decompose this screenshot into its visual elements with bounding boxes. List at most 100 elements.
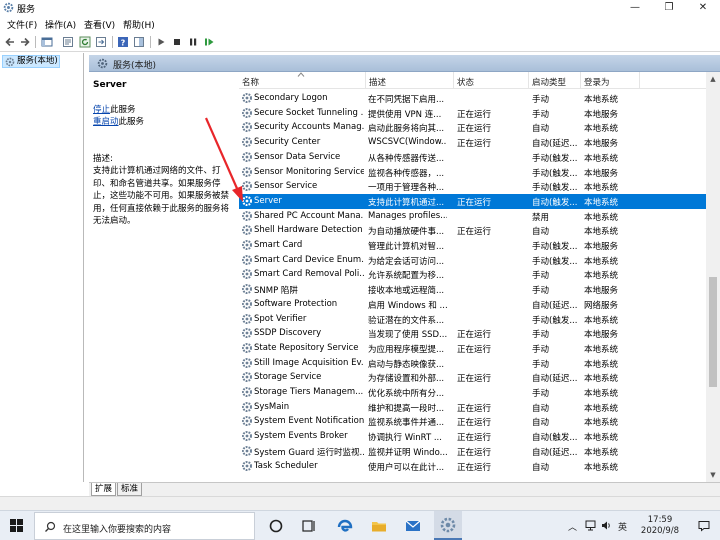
service-logon-cell: 本地系统 [584,359,619,370]
service-row[interactable]: Sensor Service 一项用于管理各种... 手动(触发... 本地系统 [239,179,706,194]
back-arrow-icon[interactable] [4,36,16,48]
input-method-indicator[interactable]: 英 [618,520,627,533]
vertical-scrollbar[interactable]: ▲ ▼ [706,72,720,482]
service-row[interactable]: Security Center WSCSVC(Window... 正在运行 自动(延迟… [239,135,706,150]
service-row[interactable]: Smart Card Device Enum... 为给定会话可访问... 手动(触… [239,253,706,268]
column-startup-type[interactable]: 启动类型 [532,76,566,88]
restart-service-icon[interactable] [203,36,215,48]
service-row[interactable]: Sensor Data Service 从各种传感器传送... 手动(触发... 本地… [239,150,706,165]
column-divider[interactable] [365,72,366,89]
minimize-button[interactable]: — [618,0,652,16]
service-row[interactable]: Sensor Monitoring Service 监视各种传感器，... 手动(触… [239,165,706,180]
taskbar-search-box[interactable]: 在这里输入你要搜索的内容 [34,512,255,540]
service-row[interactable]: Secure Socket Tunneling ... 提供使用 VPN 连...… [239,106,706,121]
services-taskbar-button[interactable] [434,511,462,540]
column-divider[interactable] [580,72,581,89]
system-clock[interactable]: 17:59 2020/9/8 [632,515,688,537]
file-explorer-icon[interactable] [370,517,388,535]
service-logon-cell: 本地系统 [584,344,619,355]
refresh-icon[interactable] [79,36,91,48]
stop-suffix: 此服务 [110,105,136,115]
export-list-icon[interactable] [95,36,107,48]
service-row[interactable]: SNMP 陷阱 接收本地或远程简... 手动 本地服务 [239,282,706,297]
network-icon[interactable] [585,520,596,531]
service-row[interactable]: Still Image Acquisition Ev... 启动与静态映像获...… [239,356,706,371]
restart-service-link[interactable]: 重启动 [93,117,119,127]
service-description-cell: 为存储设置和外部... [368,374,445,385]
console-tree-icon[interactable] [41,36,53,48]
show-hide-pane-icon[interactable] [133,36,145,48]
service-row[interactable]: System Guard 运行时监视... 监视并证明 Windo... 正在运行 自… [239,444,706,459]
notification-center-icon[interactable] [698,520,710,532]
service-description-cell: 监视各种传感器，... [368,168,445,179]
service-row[interactable]: Storage Tiers Managem... 优化系统中所有分... 手动 本地系… [239,385,706,400]
pane-header: 服务(本地) [89,55,720,72]
restart-suffix: 此服务 [118,117,145,127]
service-row[interactable]: Server 支持此计算机通过... 正在运行 自动(触发... 本地系统 [239,193,706,209]
scroll-up-icon[interactable]: ▲ [706,72,720,86]
service-row[interactable]: SysMain 维护和提高一段时... 正在运行 自动 本地系统 [239,400,706,415]
service-status-cell: 正在运行 [457,447,492,458]
service-name-cell: Server [254,195,282,206]
service-description-cell: 协调执行 WinRT ... [368,433,442,444]
tab-extended[interactable]: 扩展 [91,483,117,496]
service-row[interactable]: Software Protection 启用 Windows 和 ... 自动(延迟… [239,297,706,312]
service-row[interactable]: System Events Broker 协调执行 WinRT ... 正在运行 自动… [239,429,706,444]
column-description[interactable]: 描述 [369,76,386,88]
toolbar: ? [0,32,720,52]
stop-service-link[interactable]: 停止 [93,105,110,115]
menu-file[interactable]: 文件(F) [7,18,37,31]
service-logon-cell: 本地系统 [584,374,619,385]
scroll-down-icon[interactable]: ▼ [706,468,720,482]
service-row[interactable]: Security Accounts Manag... 启动此服务将向其... 正在运… [239,120,706,135]
service-row[interactable]: State Repository Service 为应用程序模型提... 正在运行 手… [239,341,706,356]
volume-icon[interactable] [601,520,612,531]
service-row[interactable]: Shared PC Account Mana... Manages profile… [239,209,706,224]
start-service-icon[interactable] [155,36,167,48]
service-gear-icon [242,445,252,456]
service-row[interactable]: Spot Verifier 验证潜在的文件系... 手动(触发... 本地系统 [239,312,706,327]
mail-icon[interactable] [404,517,422,535]
show-hidden-icons-chevron-icon[interactable]: ︿ [568,520,577,533]
service-name-cell: Security Accounts Manag... [254,122,364,133]
column-name[interactable]: 名称 [242,76,259,88]
restore-button[interactable]: ❐ [652,0,686,16]
column-log-on-as[interactable]: 登录为 [584,76,610,88]
service-description-cell: 启用 Windows 和 ... [368,300,447,311]
tab-standard[interactable]: 标准 [117,483,143,496]
properties-sheet-icon[interactable] [62,36,74,48]
cortana-icon[interactable] [267,517,285,535]
scroll-thumb[interactable] [709,277,717,387]
close-button[interactable]: ✕ [686,0,720,16]
menu-help[interactable]: 帮助(H) [123,18,155,31]
help-icon[interactable]: ? [117,36,129,48]
tree-node-services-local[interactable]: 服务(本地) [2,55,60,68]
service-gear-icon [242,313,252,324]
service-name-cell: Storage Service [254,372,322,383]
service-gear-icon [242,225,252,236]
column-divider[interactable] [639,72,640,89]
menu-action[interactable]: 操作(A) [45,18,76,31]
service-row[interactable]: Smart Card 管理此计算机对智... 手动(触发... 本地服务 [239,238,706,253]
service-row[interactable]: SSDP Discovery 当发现了使用 SSD... 正在运行 手动 本地服务 [239,326,706,341]
edge-browser-icon[interactable] [336,517,354,535]
column-status[interactable]: 状态 [457,76,474,88]
service-name-cell: Security Center [254,137,321,148]
tree-node-label: 服务(本地) [17,56,58,66]
forward-arrow-icon[interactable] [19,36,31,48]
task-view-icon[interactable] [300,517,318,535]
stop-service-icon[interactable] [171,36,183,48]
service-row[interactable]: System Event Notification... 监视系统事件并通... 正… [239,414,706,429]
service-logon-cell: 本地系统 [584,418,619,429]
service-logon-cell: 本地服务 [584,109,619,120]
service-row[interactable]: Task Scheduler 使用户可以在此计... 正在运行 自动 本地系统 [239,459,706,474]
windows-start-icon[interactable] [10,519,23,532]
service-row[interactable]: Secondary Logon 在不同凭据下启用... 手动 本地系统 [239,91,706,106]
column-divider[interactable] [453,72,454,89]
service-row[interactable]: Shell Hardware Detection 为自动播放硬件事... 正在运行 自… [239,223,706,238]
menu-view[interactable]: 查看(V) [84,18,115,31]
pause-service-icon[interactable] [187,36,199,48]
service-row[interactable]: Smart Card Removal Poli... 允许系统配置为移... 手动 本… [239,267,706,282]
column-divider[interactable] [528,72,529,89]
service-row[interactable]: Storage Service 为存储设置和外部... 正在运行 自动(延迟... 本地… [239,370,706,385]
